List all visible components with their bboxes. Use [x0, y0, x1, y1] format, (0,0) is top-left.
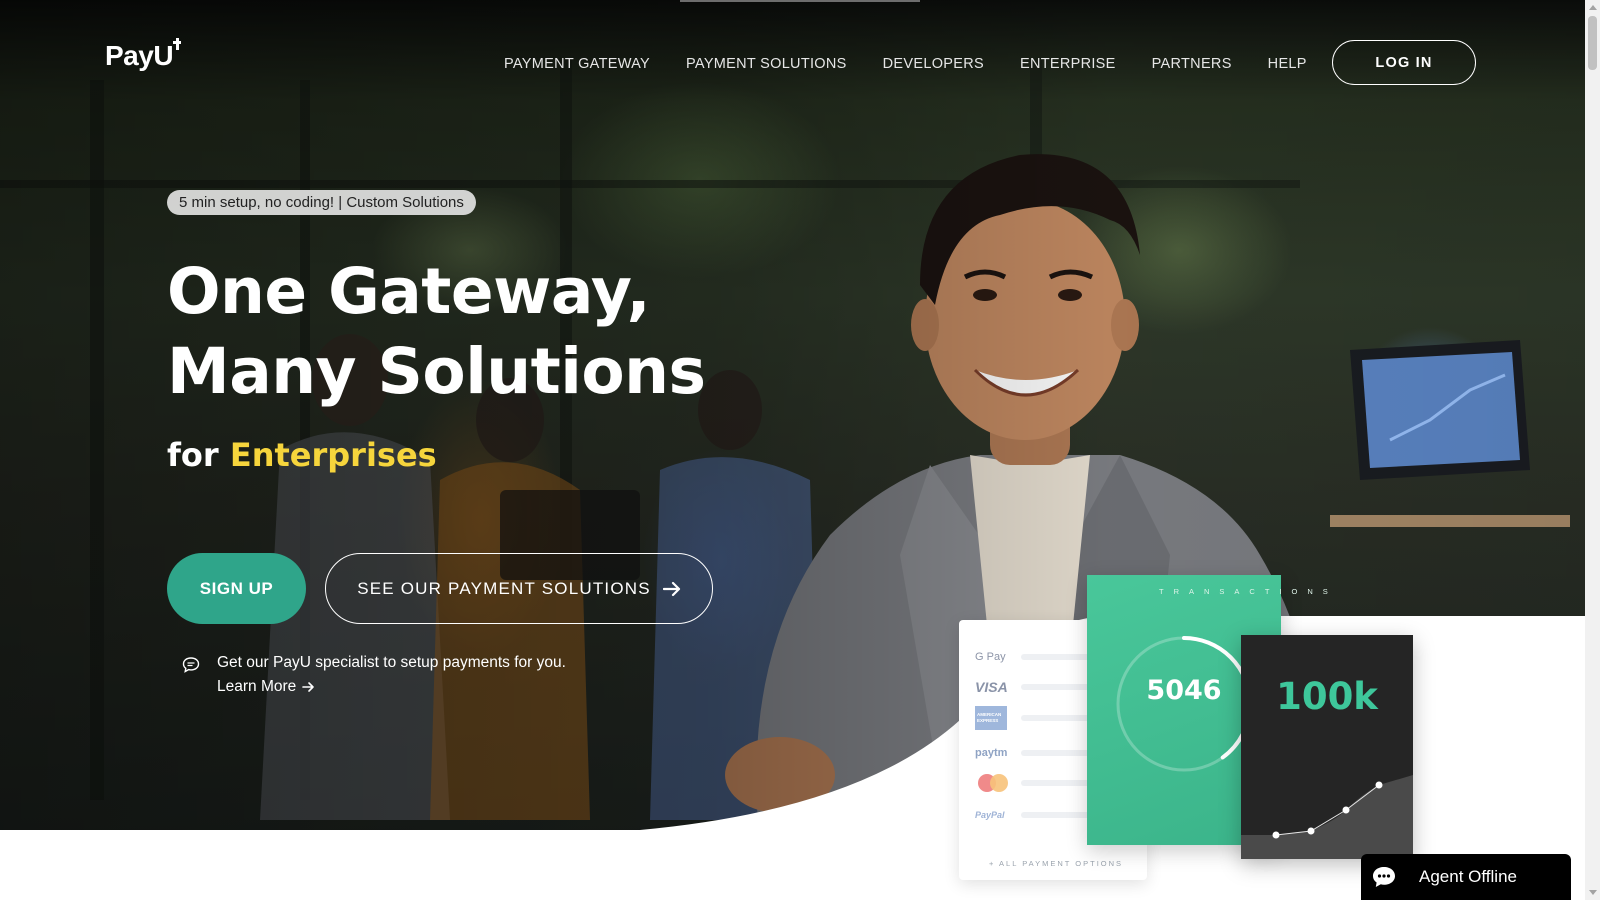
chat-status: Agent Offline — [1419, 867, 1517, 886]
see-payment-solutions-label: SEE OUR PAYMENT SOLUTIONS — [357, 578, 651, 598]
nav-payment-gateway[interactable]: PAYMENT GATEWAY — [504, 56, 650, 72]
payment-option-row: paytm — [975, 744, 1101, 762]
hero-headline: One Gateway, Many Solutions — [167, 252, 706, 412]
chat-icon — [1373, 867, 1395, 887]
gpay-logo-icon: G Pay — [975, 651, 1006, 663]
hero-subline: for Enterprises — [167, 436, 437, 474]
amex-logo-icon: AMERICAN EXPRESS — [975, 706, 1007, 730]
all-payment-options-label: + ALL PAYMENT OPTIONS — [989, 859, 1124, 868]
page-scrollbar[interactable] — [1585, 0, 1600, 900]
specialist-text: Get our PayU specialist to setup payment… — [217, 654, 566, 671]
setup-badge: 5 min setup, no coding! | Custom Solutio… — [167, 190, 476, 215]
main-navigation: PAYMENT GATEWAY PAYMENT SOLUTIONS DEVELO… — [504, 56, 1343, 72]
transactions-label: TRANSACTIONS — [1159, 587, 1338, 596]
payment-option-row: G Pay — [975, 648, 1101, 666]
scroll-up-arrow[interactable] — [1589, 5, 1597, 10]
mastercard-logo-icon — [978, 774, 1008, 792]
payment-option-row: VISA — [975, 678, 1101, 696]
nav-developers[interactable]: DEVELOPERS — [883, 56, 984, 72]
logo-accent-icon — [173, 38, 181, 50]
visa-logo-icon: VISA — [975, 679, 1008, 695]
subline-accent: Enterprises — [229, 436, 437, 474]
chat-bubble-icon — [182, 657, 200, 673]
nav-partners[interactable]: PARTNERS — [1152, 56, 1232, 72]
nav-help[interactable]: HELP — [1268, 56, 1307, 72]
payment-option-row: AMERICAN EXPRESS — [975, 706, 1101, 730]
scroll-down-arrow[interactable] — [1589, 890, 1597, 895]
arrow-right-icon — [302, 682, 315, 692]
learn-more-link[interactable]: Learn More — [217, 678, 315, 696]
paypal-logo-icon: PayPal — [975, 810, 1005, 820]
nav-enterprise[interactable]: ENTERPRISE — [1020, 56, 1116, 72]
learn-more-label: Learn More — [217, 678, 297, 695]
payment-option-row — [975, 772, 1101, 794]
paytm-logo-icon: paytm — [975, 747, 1008, 759]
payment-option-row: PayPal — [975, 806, 1101, 824]
payu-logo[interactable]: PayU — [105, 40, 174, 72]
nav-payment-solutions[interactable]: PAYMENT SOLUTIONS — [686, 56, 847, 72]
scrollbar-thumb[interactable] — [1588, 16, 1597, 70]
signup-button[interactable]: SIGN UP — [167, 553, 306, 624]
arrow-right-icon — [662, 581, 680, 596]
growth-value: 100k — [1276, 675, 1378, 718]
growth-sparkline — [1241, 775, 1413, 859]
live-chat-widget[interactable]: Agent Offline — [1361, 854, 1571, 900]
headline-line-2: Many Solutions — [167, 335, 706, 408]
subline-prefix: for — [167, 436, 219, 474]
loading-bar — [680, 0, 920, 2]
brand-name: PayU — [105, 40, 174, 71]
growth-card: 100k — [1241, 635, 1413, 859]
see-payment-solutions-button[interactable]: SEE OUR PAYMENT SOLUTIONS — [325, 553, 713, 624]
login-button[interactable]: LOG IN — [1332, 40, 1476, 85]
headline-line-1: One Gateway, — [167, 255, 651, 328]
